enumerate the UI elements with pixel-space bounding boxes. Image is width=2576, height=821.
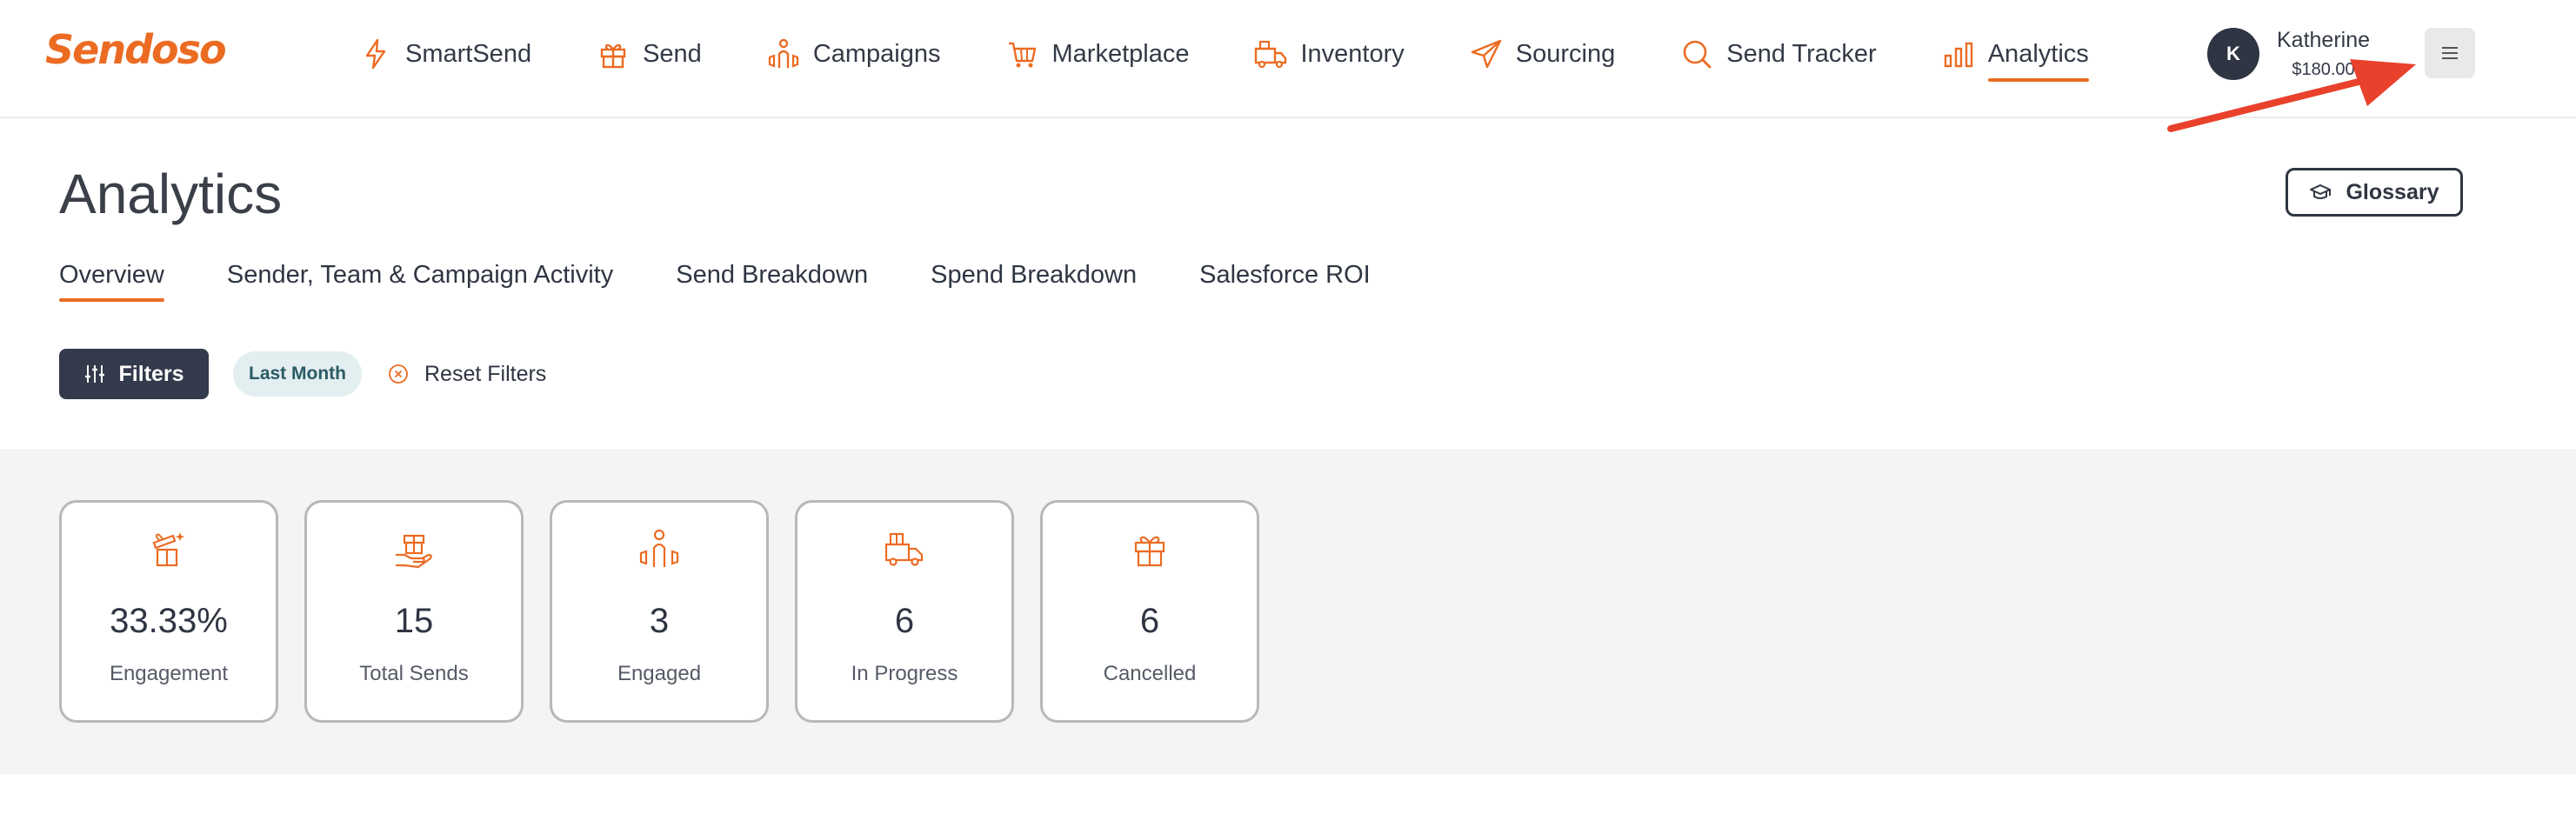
paper-plane-icon (1471, 39, 1501, 69)
tab-overview[interactable]: Overview (59, 261, 164, 302)
filters-button[interactable]: Filters (59, 349, 209, 399)
inventory-truck-icon (1255, 40, 1287, 69)
nav-item-marketplace[interactable]: Marketplace (1005, 28, 1190, 80)
analytics-tabs: Overview Sender, Team & Campaign Activit… (59, 261, 1433, 302)
stat-card-total-sends: 15 Total Sends (304, 500, 524, 723)
sliders-icon (85, 365, 105, 383)
stat-label: Engagement (109, 662, 229, 685)
nav-item-campaigns[interactable]: Campaigns (766, 28, 941, 80)
stat-label: Total Sends (359, 662, 469, 685)
main-nav: SmartSend Send Campaigns Marketplace Inv… (358, 0, 2089, 108)
reset-filters-button[interactable]: Reset Filters (388, 362, 546, 387)
lightning-icon (365, 38, 386, 70)
nav-item-smartsend[interactable]: SmartSend (358, 28, 531, 80)
menu-button[interactable] (2425, 28, 2475, 78)
nav-item-label: SmartSend (405, 39, 532, 68)
tab-salesforce-roi[interactable]: Salesforce ROI (1199, 261, 1371, 302)
nav-item-label: Campaigns (812, 39, 941, 68)
stat-value: 33.33% (110, 602, 228, 640)
bar-chart-icon (1944, 42, 1972, 68)
cart-icon (1008, 42, 1036, 68)
campaigns-icon (768, 38, 798, 68)
filters-label: Filters (118, 361, 184, 386)
stats-section: 33.33% Engagement 15 Total Sends 3 Engag… (0, 449, 2576, 774)
stat-card-in-progress: 6 In Progress (795, 500, 1014, 723)
stat-label: In Progress (851, 662, 958, 685)
delivery-truck-icon (884, 532, 924, 566)
glossary-button[interactable]: Glossary (2286, 168, 2463, 217)
nav-item-label: Marketplace (1051, 39, 1190, 68)
stat-value: 6 (894, 602, 915, 640)
nav-item-label: Analytics (1987, 39, 2089, 68)
stat-cards: 33.33% Engagement 15 Total Sends 3 Engag… (59, 500, 1285, 723)
nav-item-analytics[interactable]: Analytics (1941, 28, 2089, 82)
user-name: Katherine (2277, 28, 2371, 52)
filters-row: Filters Last Month Reset Filters (59, 349, 546, 399)
hamburger-menu-icon (2442, 47, 2458, 59)
stat-card-cancelled: 6 Cancelled (1040, 500, 1259, 723)
tab-spend-breakdown[interactable]: Spend Breakdown (931, 261, 1137, 302)
stat-label: Engaged (617, 662, 702, 685)
stat-value: 3 (649, 602, 670, 640)
tab-send-breakdown[interactable]: Send Breakdown (676, 261, 868, 302)
sendoso-logo[interactable]: Sendoso (45, 26, 227, 73)
person-engaged-icon (639, 529, 679, 567)
stat-card-engagement: 33.33% Engagement (59, 500, 278, 723)
nav-item-inventory[interactable]: Inventory (1253, 28, 1405, 80)
nav-item-label: Sourcing (1515, 39, 1616, 68)
gift-open-icon (152, 532, 185, 567)
nav-item-label: Send Tracker (1726, 39, 1877, 68)
gift-icon (1134, 536, 1165, 567)
nav-item-sourcing[interactable]: Sourcing (1469, 28, 1615, 80)
reset-filters-label: Reset Filters (424, 361, 547, 386)
tab-sender-team-campaign-activity[interactable]: Sender, Team & Campaign Activity (227, 261, 613, 302)
gift-icon (600, 43, 626, 69)
nav-item-label: Inventory (1300, 39, 1405, 68)
nav-item-send-tracker[interactable]: Send Tracker (1679, 28, 1877, 80)
nav-item-label: Send (643, 39, 702, 68)
page-title: Analytics (59, 163, 283, 225)
glossary-label: Glossary (2346, 179, 2439, 204)
nav-item-send[interactable]: Send (596, 28, 702, 80)
close-circle-icon (389, 364, 408, 384)
filter-chip-last-month[interactable]: Last Month (233, 351, 362, 397)
search-icon (1683, 40, 1712, 69)
graduation-cap-icon (2310, 184, 2332, 199)
annotation-arrow-icon (2167, 59, 2416, 132)
stat-label: Cancelled (1103, 662, 1197, 685)
stat-value: 15 (394, 602, 434, 640)
stat-card-engaged: 3 Engaged (550, 500, 769, 723)
gift-hand-icon (396, 534, 432, 569)
stat-value: 6 (1139, 602, 1160, 640)
